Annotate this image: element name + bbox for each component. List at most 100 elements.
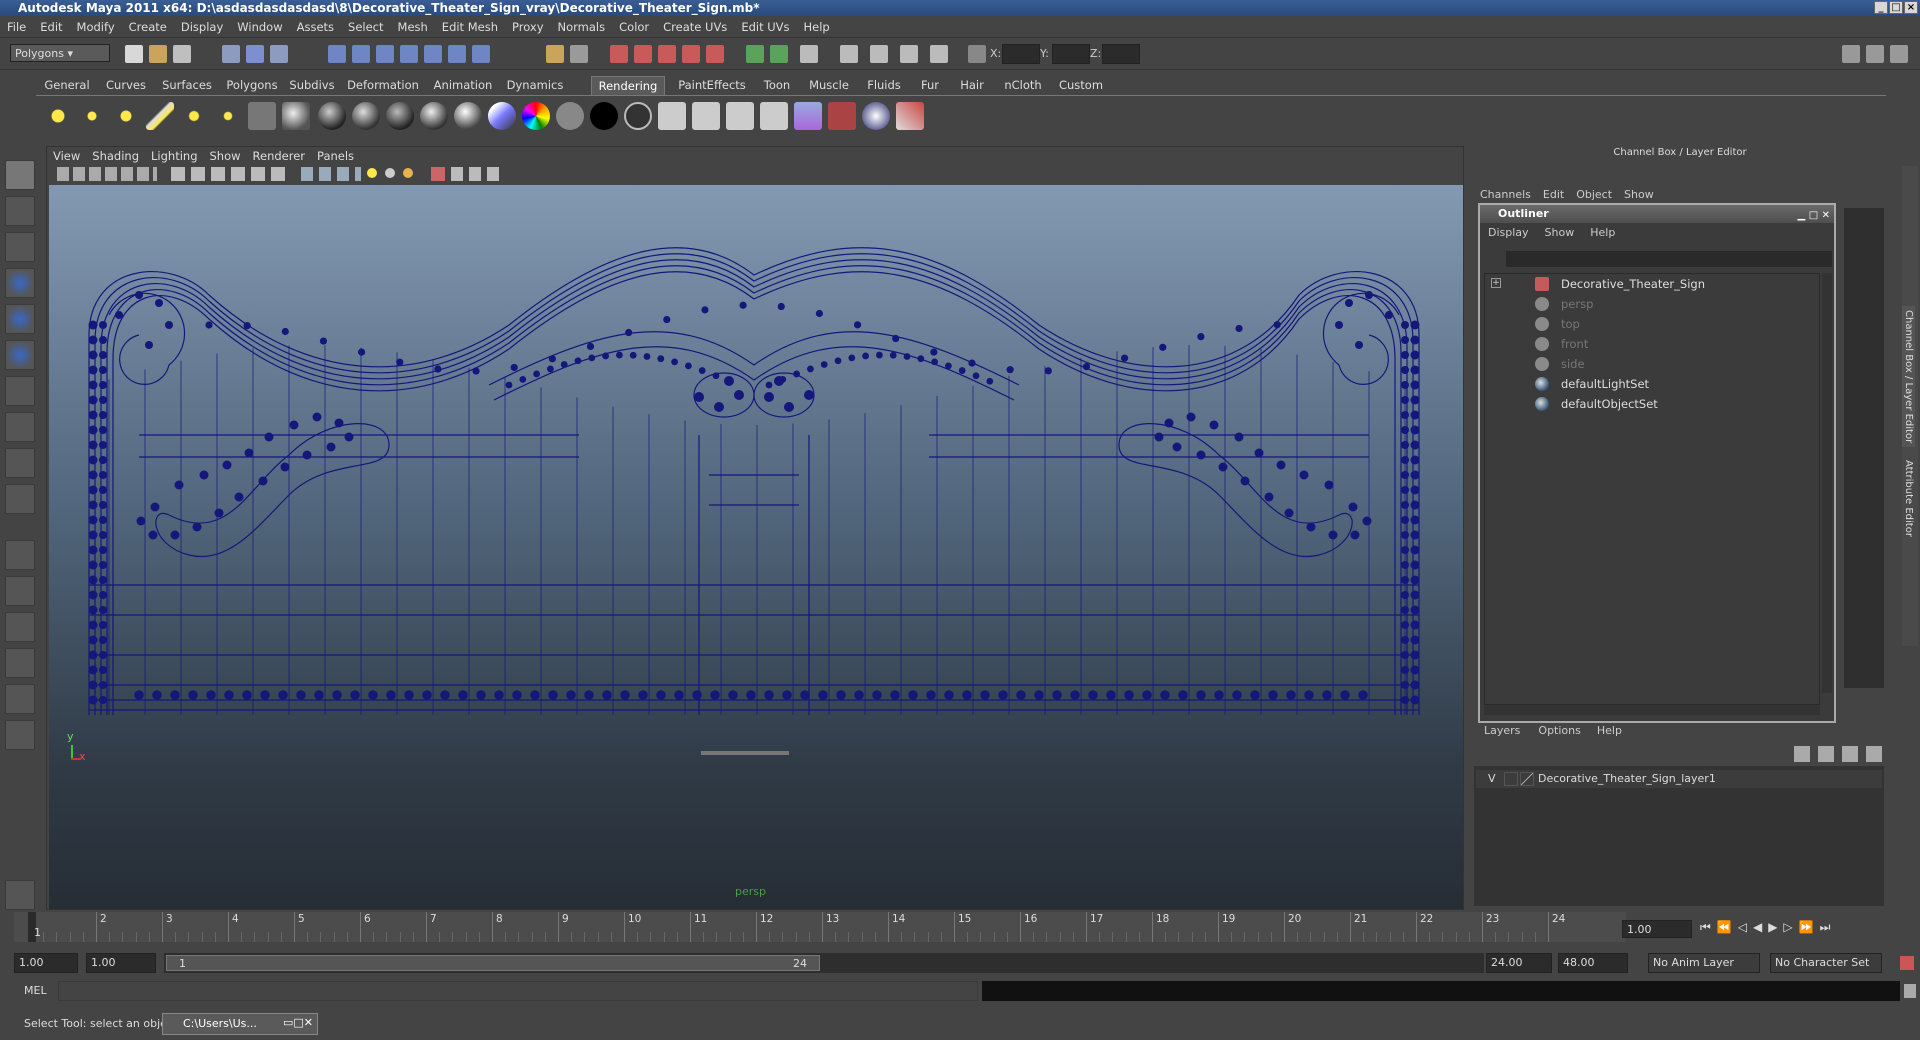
layer-menu-help[interactable]: Help (1589, 722, 1630, 740)
outliner-item[interactable]: side (1561, 355, 1585, 373)
maximize-button[interactable]: □ (1889, 1, 1903, 14)
show-manipulator-icon[interactable] (5, 448, 35, 478)
directional-light-icon[interactable] (78, 102, 106, 130)
menu-file[interactable]: File (0, 16, 33, 38)
menu-edit[interactable]: Edit (33, 16, 69, 38)
range-slider-track[interactable]: 1 24 (164, 953, 1484, 973)
render-current-icon[interactable] (658, 102, 686, 130)
ipr-icon[interactable] (692, 102, 720, 130)
outliner-menu-show[interactable]: Show (1537, 223, 1583, 243)
toggle-tool-settings-icon[interactable] (1890, 45, 1908, 63)
outliner-window[interactable]: Outliner ▁ □ ✕ Display Show Help + Decorat… (1478, 203, 1836, 723)
menu-create-uvs[interactable]: Create UVs (656, 16, 734, 38)
toon-shader-icon[interactable] (624, 102, 652, 130)
x-field[interactable] (1002, 44, 1040, 64)
cb-menu-show[interactable]: Show (1618, 188, 1660, 201)
area-light-icon[interactable] (180, 102, 208, 130)
volume-light-icon[interactable] (214, 102, 242, 130)
camera-aim-icon[interactable] (248, 102, 276, 130)
light-selected-icon[interactable] (403, 168, 413, 178)
transform-mode-icon[interactable] (930, 45, 948, 63)
point-light-icon[interactable] (112, 102, 140, 130)
menu-assets[interactable]: Assets (290, 16, 341, 38)
outliner-window-buttons[interactable]: ▁ □ ✕ (1798, 207, 1830, 225)
tab-muscle[interactable]: Muscle (800, 76, 858, 95)
fx-sphere-icon[interactable] (862, 102, 890, 130)
vp-menu-lighting[interactable]: Lighting (145, 147, 203, 165)
vp-menu-panels[interactable]: Panels (311, 147, 360, 165)
tab-custom[interactable]: Custom (1052, 76, 1110, 95)
toggle-sidebar-icon[interactable] (1842, 45, 1860, 63)
render-settings-icon[interactable] (658, 45, 676, 63)
vp-menu-view[interactable]: View (47, 147, 86, 165)
input-ops-icon[interactable] (770, 45, 788, 63)
layer-visibility[interactable]: V (1488, 772, 1496, 785)
save-scene-icon[interactable] (173, 45, 191, 63)
snap-view-icon[interactable] (448, 45, 466, 63)
layer-row[interactable]: V Decorative_Theater_Sign_layer1 (1476, 770, 1882, 788)
channel-box-icon[interactable] (870, 45, 888, 63)
tab-toon[interactable]: Toon (754, 76, 800, 95)
tab-deformation[interactable]: Deformation (340, 76, 426, 95)
anisotropic-shader-icon[interactable] (282, 102, 310, 130)
tab-hair[interactable]: Hair (950, 76, 994, 95)
shading-map-icon[interactable] (522, 102, 550, 130)
display-modes-icon[interactable] (171, 167, 291, 181)
tab-dynamics[interactable]: Dynamics (500, 76, 570, 95)
tab-curves[interactable]: Curves (98, 76, 154, 95)
menu-modify[interactable]: Modify (70, 16, 122, 38)
scale-tool-icon[interactable] (5, 340, 35, 370)
ambient-light-icon[interactable] (44, 102, 72, 130)
phong-shader-icon[interactable] (420, 102, 448, 130)
menu-proxy[interactable]: Proxy (505, 16, 551, 38)
ramp-shader-icon[interactable] (488, 102, 516, 130)
outliner-vertical-scrollbar[interactable] (1822, 273, 1832, 693)
blinn-shader-icon[interactable] (318, 102, 346, 130)
wireframe-model[interactable] (49, 185, 1463, 909)
soft-modification-icon[interactable] (5, 412, 35, 442)
batch-render-icon[interactable] (726, 102, 754, 130)
expand-icon[interactable]: + (1491, 278, 1501, 288)
four-view-layout-icon[interactable] (5, 576, 35, 606)
outliner-horizontal-scrollbar[interactable] (1484, 705, 1820, 715)
side-tab-attribute-editor[interactable]: Attribute Editor (1902, 456, 1915, 541)
layered-shader-icon[interactable] (386, 102, 414, 130)
current-frame-field[interactable]: 1.00 (1622, 920, 1692, 938)
snap-plane-icon[interactable] (400, 45, 418, 63)
outliner-header[interactable]: Outliner ▁ □ ✕ (1480, 205, 1834, 223)
hypershade-icon[interactable] (682, 45, 700, 63)
light-default-icon[interactable] (367, 168, 377, 178)
phonge-shader-icon[interactable] (454, 102, 482, 130)
menu-select[interactable]: Select (341, 16, 390, 38)
lock-icon[interactable] (546, 45, 564, 63)
outliner-item[interactable]: Decorative_Theater_Sign (1561, 275, 1705, 293)
menu-display[interactable]: Display (174, 16, 230, 38)
hypershade-window-icon[interactable] (794, 102, 822, 130)
outliner-item[interactable]: persp (1561, 295, 1593, 313)
toggle-channel-box-icon[interactable] (1866, 45, 1884, 63)
outliner-filter-field[interactable] (1506, 251, 1832, 267)
render-view-window-icon[interactable] (760, 102, 788, 130)
shading-modes-icon[interactable] (301, 167, 361, 181)
animation-start-field[interactable]: 1.00 (14, 953, 78, 973)
tool-settings-icon[interactable] (5, 880, 35, 910)
playback-end-field[interactable]: 24.00 (1486, 953, 1552, 973)
help-icon[interactable] (472, 45, 490, 63)
menu-create[interactable]: Create (122, 16, 174, 38)
outliner-layout-icon[interactable] (5, 612, 35, 642)
spot-light-icon[interactable] (146, 102, 174, 130)
time-slider[interactable]: 2 3 4 5 6 7 8 9 10 11 12 13 14 15 16 17 18 19 20 21 22 23 24 1 (14, 912, 1626, 942)
cb-menu-object[interactable]: Object (1570, 188, 1618, 201)
relative-transform-icon[interactable] (968, 45, 986, 63)
modeling-toolkit-icon[interactable] (900, 45, 918, 63)
lambert-shader-icon[interactable] (352, 102, 380, 130)
ipr-render-icon[interactable] (634, 45, 652, 63)
cb-menu-edit[interactable]: Edit (1537, 188, 1570, 201)
tab-fur[interactable]: Fur (910, 76, 950, 95)
open-scene-icon[interactable] (149, 45, 167, 63)
menu-edit-mesh[interactable]: Edit Mesh (435, 16, 505, 38)
y-field[interactable] (1052, 44, 1090, 64)
graph-editor-layout-icon[interactable] (5, 648, 35, 678)
vp-menu-show[interactable]: Show (204, 147, 247, 165)
tab-rendering[interactable]: Rendering (591, 76, 665, 95)
